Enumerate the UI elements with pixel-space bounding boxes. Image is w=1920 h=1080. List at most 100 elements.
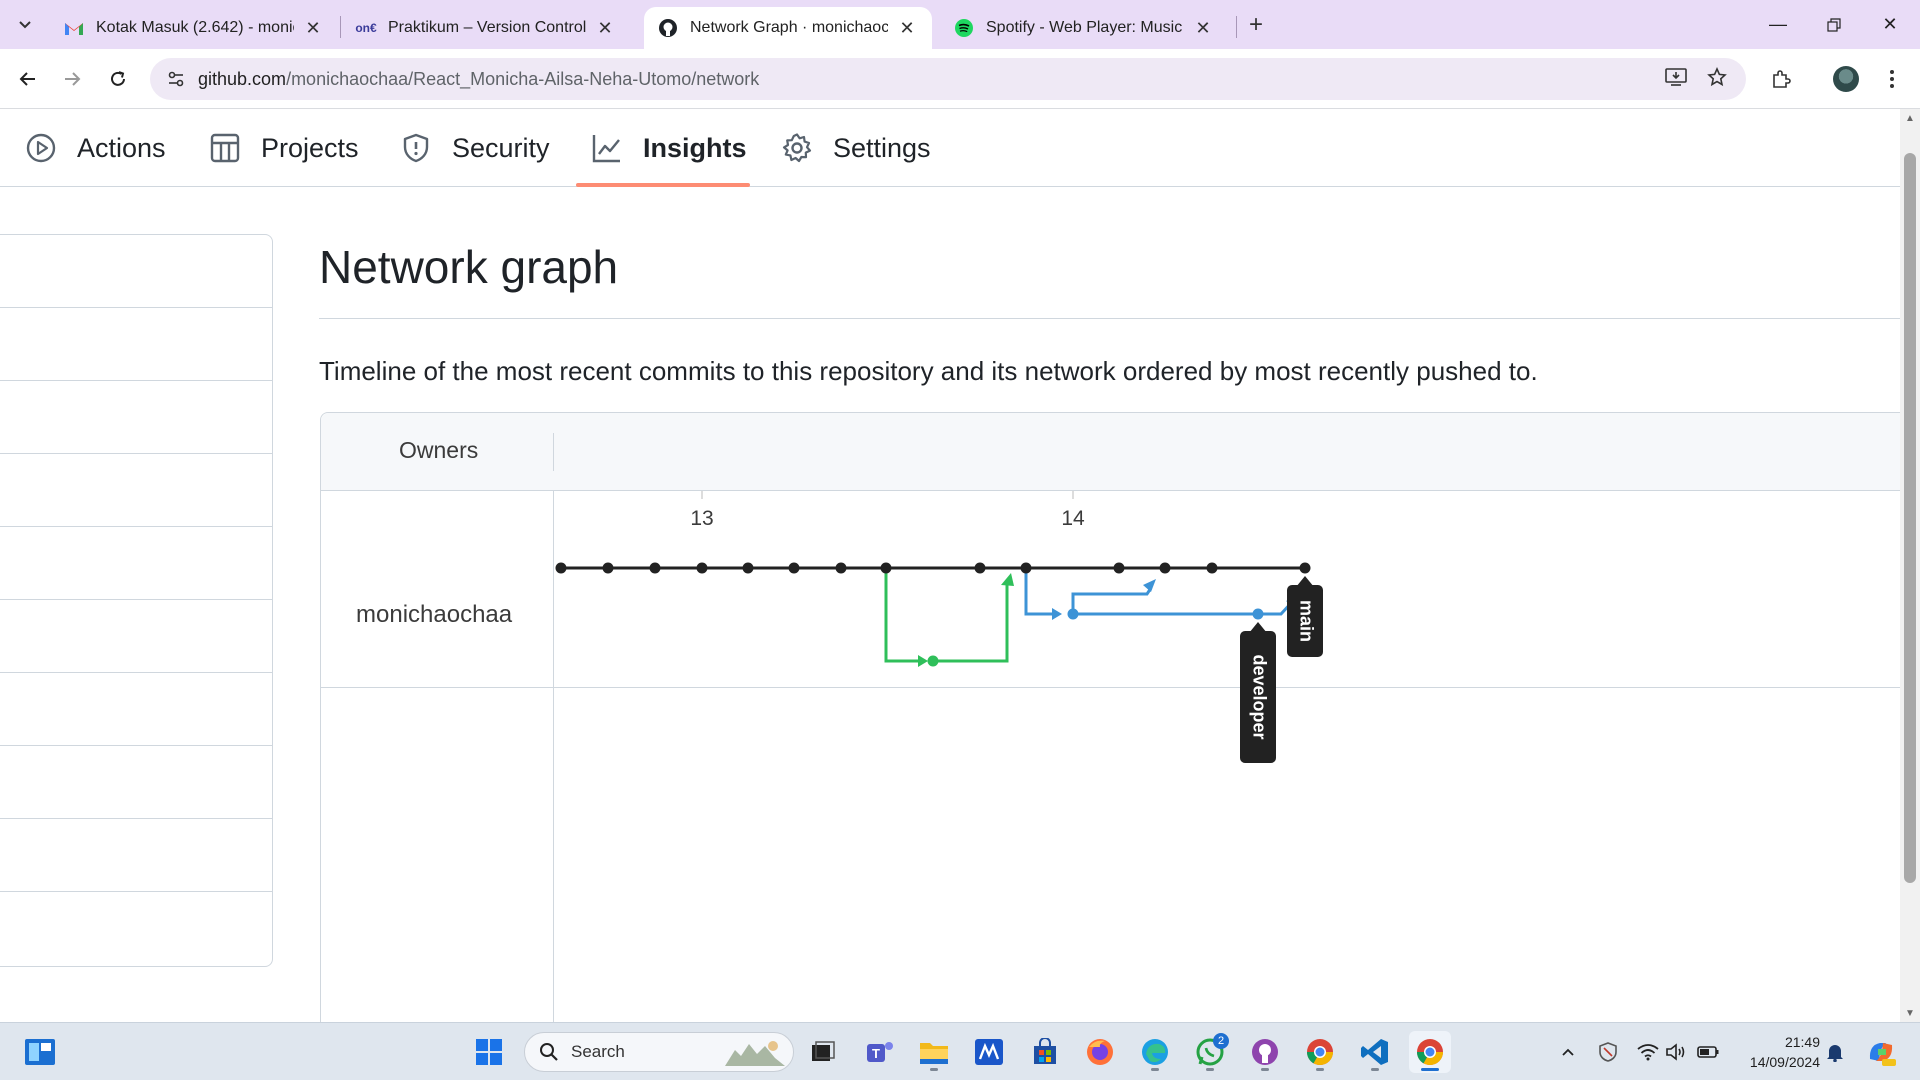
taskbar-whatsapp[interactable]: 2 <box>1189 1031 1231 1073</box>
scrollbar-thumb[interactable] <box>1904 153 1916 883</box>
tab-title: Praktikum – Version Control and <box>388 19 586 36</box>
commit-dot[interactable] <box>602 562 614 574</box>
taskbar-vscode[interactable] <box>1354 1031 1396 1073</box>
network-graph-canvas[interactable]: 13 14 main developer <box>321 413 1920 1033</box>
browser-tab-network-graph[interactable]: Network Graph · monichaochaa ✕ <box>644 7 932 49</box>
widgets-button[interactable] <box>19 1031 61 1073</box>
commit-dot[interactable] <box>788 562 800 574</box>
tab-projects[interactable]: Projects <box>209 109 359 187</box>
scroll-down-icon[interactable]: ▼ <box>1900 1004 1920 1022</box>
commit-dot[interactable] <box>1206 562 1218 574</box>
new-tab-button[interactable]: + <box>1240 10 1272 40</box>
branch-label-main[interactable]: main <box>1287 576 1323 657</box>
task-view-icon <box>812 1041 835 1061</box>
site-settings-icon[interactable] <box>156 58 196 100</box>
close-window-button[interactable]: ✕ <box>1862 0 1918 49</box>
taskbar-chrome-active[interactable] <box>1409 1031 1451 1073</box>
taskbar-app-m[interactable] <box>968 1031 1010 1073</box>
commit-dot[interactable] <box>880 562 892 574</box>
running-indicator <box>1261 1068 1269 1071</box>
svg-text:T: T <box>872 1046 880 1061</box>
commit-dot[interactable] <box>1252 608 1264 620</box>
start-button[interactable] <box>468 1031 510 1073</box>
show-hidden-icons-button[interactable] <box>1556 1023 1580 1080</box>
battery-status[interactable] <box>1696 1023 1720 1080</box>
taskbar-github-desktop[interactable] <box>1244 1031 1286 1073</box>
commit-dot[interactable] <box>1113 562 1125 574</box>
blue-arrow <box>1052 608 1062 620</box>
commit-dot[interactable] <box>696 562 708 574</box>
extensions-button[interactable] <box>1763 61 1799 97</box>
menu-divider <box>0 818 272 819</box>
commit-dot[interactable] <box>1020 562 1032 574</box>
tab-actions[interactable]: Actions <box>25 109 166 187</box>
tab-search-menu-button[interactable] <box>10 10 40 40</box>
task-view-button[interactable] <box>802 1031 844 1073</box>
taskbar-edge[interactable] <box>1134 1031 1176 1073</box>
commit-dot[interactable] <box>742 562 754 574</box>
restore-button[interactable] <box>1806 0 1862 49</box>
bookmark-button[interactable] <box>1701 61 1733 93</box>
commit-dot[interactable] <box>927 655 939 667</box>
minimize-button[interactable]: — <box>1750 0 1806 49</box>
page-scrollbar[interactable]: ▲ ▼ <box>1900 109 1920 1022</box>
notifications-button[interactable] <box>1822 1023 1848 1080</box>
minimize-icon: — <box>1769 14 1787 34</box>
forward-button[interactable] <box>54 61 90 97</box>
install-app-button[interactable] <box>1660 61 1692 93</box>
folder-icon <box>920 1043 948 1064</box>
running-indicator <box>1316 1068 1324 1071</box>
taskbar-file-explorer[interactable] <box>913 1031 955 1073</box>
running-indicator <box>1151 1068 1159 1071</box>
browser-tab-gmail[interactable]: Kotak Masuk (2.642) - monicaai ✕ <box>50 7 338 49</box>
browser-tab-spotify[interactable]: Spotify - Web Player: Music for ✕ <box>940 7 1228 49</box>
taskbar-clock[interactable]: 21:49 14/09/2024 <box>1730 1032 1820 1072</box>
taskbar-chrome-profile-1[interactable] <box>1299 1031 1341 1073</box>
close-icon[interactable]: ✕ <box>302 17 324 39</box>
close-icon: ✕ <box>1882 14 1898 34</box>
tab-separator <box>340 16 341 38</box>
battery-icon <box>1697 1046 1719 1058</box>
reload-button[interactable] <box>100 61 136 97</box>
bell-icon <box>1827 1045 1843 1062</box>
app-m-icon <box>975 1039 1003 1065</box>
clock-date: 14/09/2024 <box>1749 1054 1820 1070</box>
commit-dot[interactable] <box>835 562 847 574</box>
menu-divider <box>0 453 272 454</box>
commit-dot[interactable] <box>974 562 986 574</box>
tab-insights[interactable]: Insights <box>591 109 747 187</box>
browser-tab-praktikum[interactable]: on€ Praktikum – Version Control and ✕ <box>342 7 630 49</box>
wifi-status[interactable] <box>1636 1023 1660 1080</box>
branch-label-developer[interactable]: developer <box>1240 622 1276 763</box>
commit-dot[interactable] <box>1159 562 1171 574</box>
tab-security[interactable]: Security <box>400 109 550 187</box>
blue-branch-line <box>1024 568 1058 616</box>
profile-button[interactable] <box>1828 61 1864 97</box>
network-graph[interactable]: Owners monichaochaa 13 14 main developer <box>320 412 1920 1033</box>
taskbar-teams[interactable]: T <box>859 1031 901 1073</box>
address-bar[interactable]: github.com/monichaochaa/React_Monicha-Ai… <box>150 58 1746 100</box>
tray-defender[interactable] <box>1596 1023 1620 1080</box>
close-icon[interactable]: ✕ <box>896 17 918 39</box>
windows-taskbar: Search T 2 21:49 14/09/2024 <box>0 1022 1920 1080</box>
green-arrow <box>1001 573 1014 586</box>
commit-dot[interactable] <box>1067 608 1079 620</box>
clock-time: 21:49 <box>1784 1034 1820 1050</box>
taskbar-store[interactable] <box>1024 1031 1066 1073</box>
volume-status[interactable] <box>1664 1023 1688 1080</box>
blue-arrow <box>1143 579 1156 592</box>
commit-dot[interactable] <box>1299 562 1311 574</box>
shield-icon <box>403 133 429 163</box>
browser-menu-button[interactable] <box>1874 61 1910 97</box>
commit-dot[interactable] <box>555 562 567 574</box>
close-icon[interactable]: ✕ <box>594 17 616 39</box>
back-button[interactable] <box>10 61 46 97</box>
commit-dot[interactable] <box>649 562 661 574</box>
scroll-up-icon[interactable]: ▲ <box>1900 109 1920 127</box>
store-icon <box>1034 1038 1056 1064</box>
close-icon[interactable]: ✕ <box>1192 17 1214 39</box>
tab-settings[interactable]: Settings <box>781 109 931 187</box>
taskbar-firefox[interactable] <box>1079 1031 1121 1073</box>
taskbar-search[interactable]: Search <box>524 1032 794 1072</box>
copilot-button[interactable] <box>1862 1023 1900 1080</box>
